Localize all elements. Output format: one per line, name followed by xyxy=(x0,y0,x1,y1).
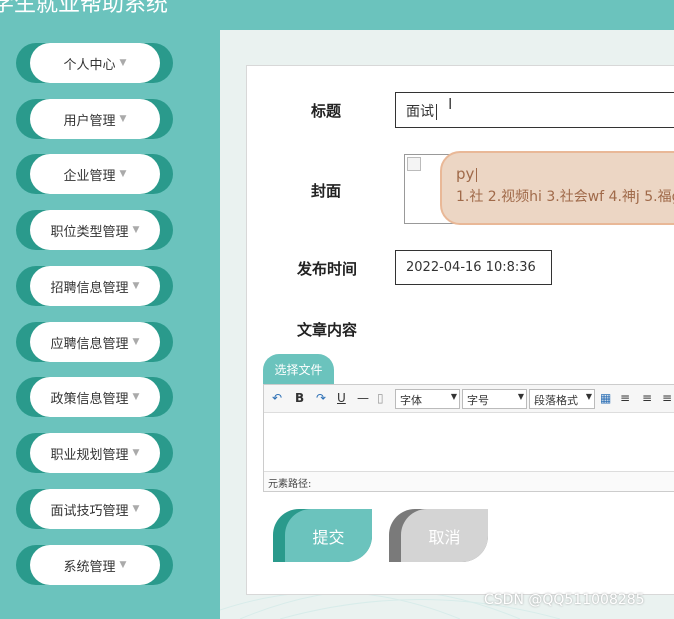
align-left-icon[interactable]: ≡ xyxy=(620,391,630,405)
submit-button[interactable]: 提交 xyxy=(273,509,372,562)
font-size-value: 字号 xyxy=(467,394,489,407)
editor-content-area[interactable] xyxy=(264,413,674,471)
sidebar-item-label: 个人中心 xyxy=(63,57,116,73)
submit-button-label: 提交 xyxy=(285,509,372,562)
publish-time-label: 发布时间 xyxy=(297,260,358,278)
cancel-button-label: 取消 xyxy=(401,509,488,562)
sidebar-item-company-management[interactable]: 企业管理 ▼ xyxy=(16,154,173,194)
sidebar-item-label: 招聘信息管理 xyxy=(50,280,129,296)
sidebar-item-recruitment-info[interactable]: 招聘信息管理 ▼ xyxy=(16,266,173,306)
paragraph-format-select[interactable]: 段落格式 ▼ xyxy=(529,389,595,409)
ibeam-cursor-icon: I xyxy=(448,95,453,113)
top-bar: 学生就业帮助系统 xyxy=(0,0,674,30)
caret-down-icon: ▼ xyxy=(132,225,140,235)
caret-down-icon: ▼ xyxy=(132,448,140,458)
sidebar-item-label: 应聘信息管理 xyxy=(50,336,129,352)
caret-down-icon: ▼ xyxy=(132,281,140,291)
sidebar-item-label: 用户管理 xyxy=(63,113,116,129)
caret-down-icon: ▼ xyxy=(132,337,140,347)
caret-down-icon: ▼ xyxy=(119,560,127,570)
sidebar-item-personal-center[interactable]: 个人中心 ▼ xyxy=(16,43,173,83)
content-label: 文章内容 xyxy=(297,321,358,339)
font-family-value: 字体 xyxy=(400,394,422,407)
dropdown-arrow-icon: ▼ xyxy=(450,392,457,401)
sidebar-item-label: 职业规划管理 xyxy=(50,447,129,463)
choose-file-button[interactable]: 选择文件 xyxy=(263,354,334,384)
editor-status-bar: 元素路径: xyxy=(264,471,674,491)
title-input-value: 面试 xyxy=(406,104,434,120)
title-label: 标题 xyxy=(311,102,342,120)
sidebar-item-interview-tips[interactable]: 面试技巧管理 ▼ xyxy=(16,489,173,529)
sidebar-item-label: 企业管理 xyxy=(63,168,116,184)
ime-candidate-window[interactable]: py 1.社 2.视频hi 3.社会wf 4.神j 5.福g xyxy=(440,151,674,225)
caret-down-icon: ▼ xyxy=(119,58,127,68)
text-cursor xyxy=(436,104,437,120)
sidebar-item-policy-info[interactable]: 政策信息管理 ▼ xyxy=(16,377,173,417)
bold-button[interactable]: B xyxy=(295,391,304,405)
table-icon[interactable]: ▦ xyxy=(600,391,611,405)
element-path-label: 元素路径: xyxy=(268,479,312,490)
page-icon[interactable]: ▯ xyxy=(377,391,384,405)
sidebar-item-user-management[interactable]: 用户管理 ▼ xyxy=(16,99,173,139)
sidebar-item-label: 面试技巧管理 xyxy=(50,503,129,519)
broken-image-icon xyxy=(407,157,421,171)
publish-time-input[interactable]: 2022-04-16 10:8:36 xyxy=(395,250,552,285)
rich-text-editor: ↶ B ↷ U — ▯ 字体 ▼ 字号 ▼ 段落格式 ▼ ▦ ≡ ≡ ≡ 元素路径: xyxy=(263,384,674,492)
dropdown-arrow-icon: ▼ xyxy=(585,392,592,401)
undo-icon[interactable]: ↶ xyxy=(272,391,282,405)
caret-down-icon: ▼ xyxy=(119,114,127,124)
ime-composition: py xyxy=(456,165,674,183)
sidebar-item-career-planning[interactable]: 职业规划管理 ▼ xyxy=(16,433,173,473)
sidebar: 个人中心 ▼ 用户管理 ▼ 企业管理 ▼ 职位类型管理 ▼ 招聘信息管理 ▼ 应聘信息管理… xyxy=(0,30,220,619)
font-size-select[interactable]: 字号 ▼ xyxy=(462,389,527,409)
underline-button[interactable]: U xyxy=(337,391,346,405)
ime-cursor xyxy=(476,167,478,182)
sidebar-item-application-info[interactable]: 应聘信息管理 ▼ xyxy=(16,322,173,362)
sidebar-item-job-type-management[interactable]: 职位类型管理 ▼ xyxy=(16,210,173,250)
app-title: 学生就业帮助系统 xyxy=(0,0,169,17)
cover-label: 封面 xyxy=(311,182,342,200)
cancel-button[interactable]: 取消 xyxy=(389,509,488,562)
align-right-icon[interactable]: ≡ xyxy=(662,391,672,405)
font-family-select[interactable]: 字体 ▼ xyxy=(395,389,460,409)
caret-down-icon: ▼ xyxy=(132,504,140,514)
caret-down-icon: ▼ xyxy=(119,169,127,179)
redo-icon[interactable]: ↷ xyxy=(316,391,326,405)
ime-candidate-list[interactable]: 1.社 2.视频hi 3.社会wf 4.神j 5.福g xyxy=(456,186,674,206)
horizontal-rule-icon[interactable]: — xyxy=(357,391,369,405)
watermark: CSDN @QQ511008285 xyxy=(484,592,645,608)
dropdown-arrow-icon: ▼ xyxy=(517,392,524,401)
sidebar-item-label: 政策信息管理 xyxy=(50,391,129,407)
caret-down-icon: ▼ xyxy=(132,392,140,402)
align-center-icon[interactable]: ≡ xyxy=(642,391,652,405)
sidebar-item-label: 系统管理 xyxy=(63,559,116,575)
paragraph-format-value: 段落格式 xyxy=(534,394,578,407)
editor-toolbar: ↶ B ↷ U — ▯ 字体 ▼ 字号 ▼ 段落格式 ▼ ▦ ≡ ≡ ≡ xyxy=(264,385,674,413)
title-input[interactable]: 面试 xyxy=(395,92,674,128)
ime-composition-text: py xyxy=(456,165,475,183)
sidebar-item-system-management[interactable]: 系统管理 ▼ xyxy=(16,545,173,585)
sidebar-item-label: 职位类型管理 xyxy=(50,224,129,240)
